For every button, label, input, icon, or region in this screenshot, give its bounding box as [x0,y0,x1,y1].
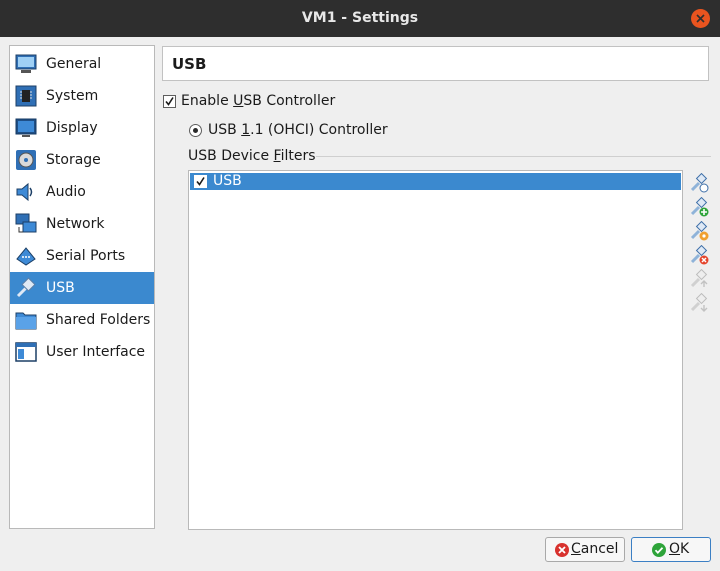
usb-icon [16,277,36,298]
page-header: USB [162,46,709,81]
filter-enabled-checkbox[interactable] [194,175,207,188]
sidebar-item-shared-folders[interactable]: Shared Folders [10,304,154,336]
sidebar-item-label: USB [46,280,75,296]
title-bar: VM1 - Settings [0,0,720,37]
sidebar-item-label: User Interface [46,344,146,360]
window-title: VM1 - Settings [301,10,419,26]
sidebar-item-label: Serial Ports [46,248,126,264]
sidebar-item-label: Network [46,216,105,232]
sidebar-item-label: Storage [46,152,101,168]
system-icon [15,85,37,107]
sidebar-item-label: Shared Folders [46,312,151,328]
sidebar-item-audio[interactable]: Audio [10,176,154,208]
usb11-radio-label[interactable]: USB 1.1 (OHCI) Controller [208,122,388,138]
sidebar-item-usb[interactable]: USB [10,272,154,304]
move-filter-up-icon[interactable] [689,269,709,289]
close-icon [696,14,705,23]
sidebar-item-general[interactable]: General [10,48,154,80]
group-divider [316,156,711,157]
network-icon [15,213,37,233]
ok-icon [652,543,666,557]
sidebar-item-user-interface[interactable]: User Interface [10,336,154,368]
add-empty-filter-icon[interactable] [689,173,709,193]
cancel-button[interactable]: Cancel [545,537,625,562]
serial-ports-icon [16,247,36,266]
edit-filter-icon[interactable] [689,221,709,241]
sidebar-item-serial-ports[interactable]: Serial Ports [10,240,154,272]
usb11-radio[interactable] [189,124,202,137]
sidebar-item-network[interactable]: Network [10,208,154,240]
sidebar-item-storage[interactable]: Storage [10,144,154,176]
sidebar-item-system[interactable]: System [10,80,154,112]
cancel-label: Cancel [571,541,619,557]
display-icon [15,118,37,137]
add-filter-from-device-icon[interactable] [689,197,709,217]
usb-device-filters-label: USB Device Filters [188,148,316,164]
sidebar-item-label: Audio [46,184,86,200]
ok-label: OK [669,541,690,557]
sidebar-item-label: Display [46,120,98,136]
ok-button[interactable]: OK [631,537,711,562]
page-title: USB [172,55,207,73]
user-interface-icon [15,342,37,362]
list-item[interactable]: USB [190,173,681,190]
checkmark-icon [165,97,174,106]
enable-usb-checkbox[interactable] [163,95,176,108]
sidebar-item-display[interactable]: Display [10,112,154,144]
sidebar-item-label: System [46,88,99,104]
close-button[interactable] [691,9,710,28]
move-filter-down-icon[interactable] [689,293,709,313]
cancel-icon [555,543,569,557]
remove-filter-icon[interactable] [689,245,709,265]
checkmark-icon [196,177,205,186]
settings-sidebar: General System Display Storage Audio Net… [9,45,155,529]
sidebar-item-label: General [46,56,102,72]
audio-icon [16,182,33,202]
storage-icon [16,150,36,170]
filter-label: USB [213,173,242,189]
shared-folders-icon [15,312,37,330]
enable-usb-label[interactable]: Enable USB Controller [181,93,335,109]
usb-filter-list[interactable]: USB [188,170,683,530]
general-icon [15,54,37,73]
